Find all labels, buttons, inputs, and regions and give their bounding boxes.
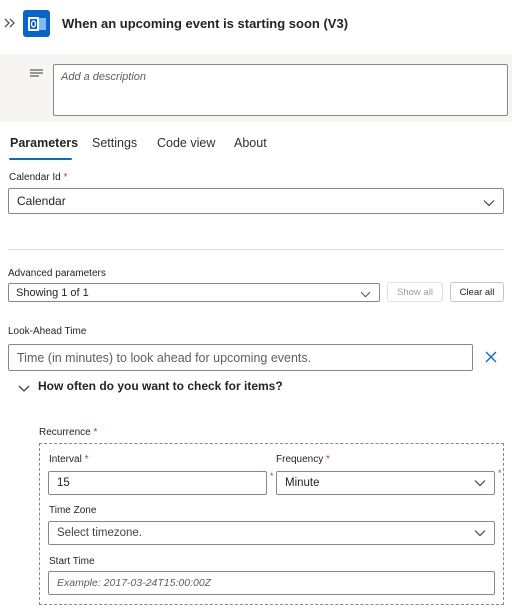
show-all-button[interactable]: Show all — [387, 282, 443, 302]
tab-parameters[interactable]: Parameters — [10, 136, 78, 150]
clear-all-button[interactable]: Clear all — [450, 282, 504, 302]
advanced-parameters-select[interactable]: Showing 1 of 1 — [8, 283, 380, 302]
time-zone-select[interactable]: Select timezone. — [48, 521, 495, 545]
required-mark: * — [93, 427, 98, 438]
interval-label-text: Interval — [49, 454, 82, 465]
close-icon[interactable] — [484, 350, 498, 364]
chevron-down-icon — [474, 478, 486, 487]
frequency-select[interactable]: Minute — [276, 471, 495, 495]
recurrence-label: Recurrence * — [39, 427, 97, 438]
calendar-id-select[interactable]: Calendar — [8, 188, 504, 214]
frequency-label: Frequency * — [276, 454, 330, 465]
panel-header: When an upcoming event is starting soon … — [0, 0, 512, 48]
tab-code-view[interactable]: Code view — [157, 136, 215, 150]
calendar-id-value: Calendar — [17, 194, 66, 208]
description-input[interactable]: Add a description — [53, 64, 508, 116]
required-mark: * — [270, 471, 274, 481]
frequency-label-text: Frequency — [276, 454, 324, 465]
advanced-parameters-value: Showing 1 of 1 — [16, 286, 89, 299]
tab-bar: Parameters Settings Code view About — [0, 134, 512, 162]
interval-label: Interval * — [49, 454, 88, 465]
outlook-icon — [23, 10, 50, 37]
recurrence-label-text: Recurrence — [39, 427, 91, 438]
required-mark: * — [84, 454, 89, 465]
look-ahead-time-label: Look-Ahead Time — [8, 326, 87, 337]
interval-input[interactable]: 15 — [48, 471, 267, 495]
required-mark: * — [498, 468, 502, 478]
chevron-down-icon[interactable] — [18, 382, 30, 392]
check-frequency-section-header[interactable]: How often do you want to check for items… — [38, 379, 283, 393]
chevron-down-icon — [360, 289, 372, 297]
start-time-label: Start Time — [49, 556, 95, 567]
required-mark: * — [63, 172, 68, 183]
chevron-down-icon — [474, 528, 486, 537]
expand-panel-icon[interactable] — [3, 14, 17, 32]
look-ahead-time-input[interactable]: Time (in minutes) to look ahead for upco… — [8, 344, 473, 371]
active-tab-indicator — [9, 158, 72, 160]
divider — [8, 249, 504, 250]
chevron-down-icon — [483, 196, 495, 207]
text-lines-icon — [30, 68, 44, 78]
frequency-value: Minute — [285, 477, 320, 489]
advanced-parameters-label: Advanced parameters — [8, 268, 106, 279]
required-mark: * — [326, 454, 330, 465]
time-zone-label: Time Zone — [49, 505, 97, 516]
calendar-id-label: Calendar Id * — [9, 172, 67, 183]
page-title: When an upcoming event is starting soon … — [62, 16, 349, 31]
start-time-input[interactable]: Example: 2017-03-24T15:00:00Z — [48, 571, 495, 595]
tab-settings[interactable]: Settings — [92, 136, 137, 150]
tab-about[interactable]: About — [234, 136, 267, 150]
calendar-id-label-text: Calendar Id — [9, 172, 61, 183]
time-zone-placeholder: Select timezone. — [57, 527, 143, 539]
